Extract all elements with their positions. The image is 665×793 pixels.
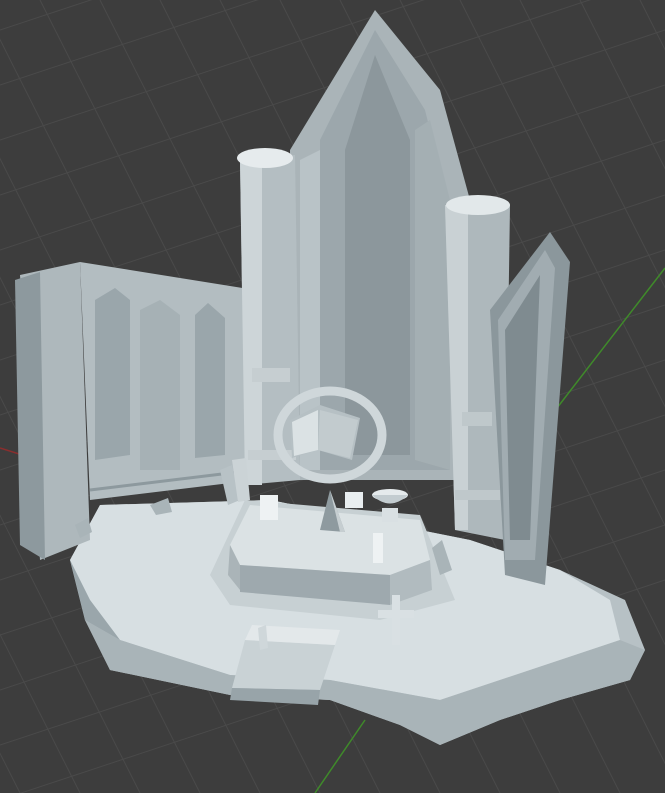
left-pillar: [237, 148, 300, 485]
viewport-canvas[interactable]: [0, 0, 665, 793]
3d-viewport[interactable]: [0, 0, 665, 793]
